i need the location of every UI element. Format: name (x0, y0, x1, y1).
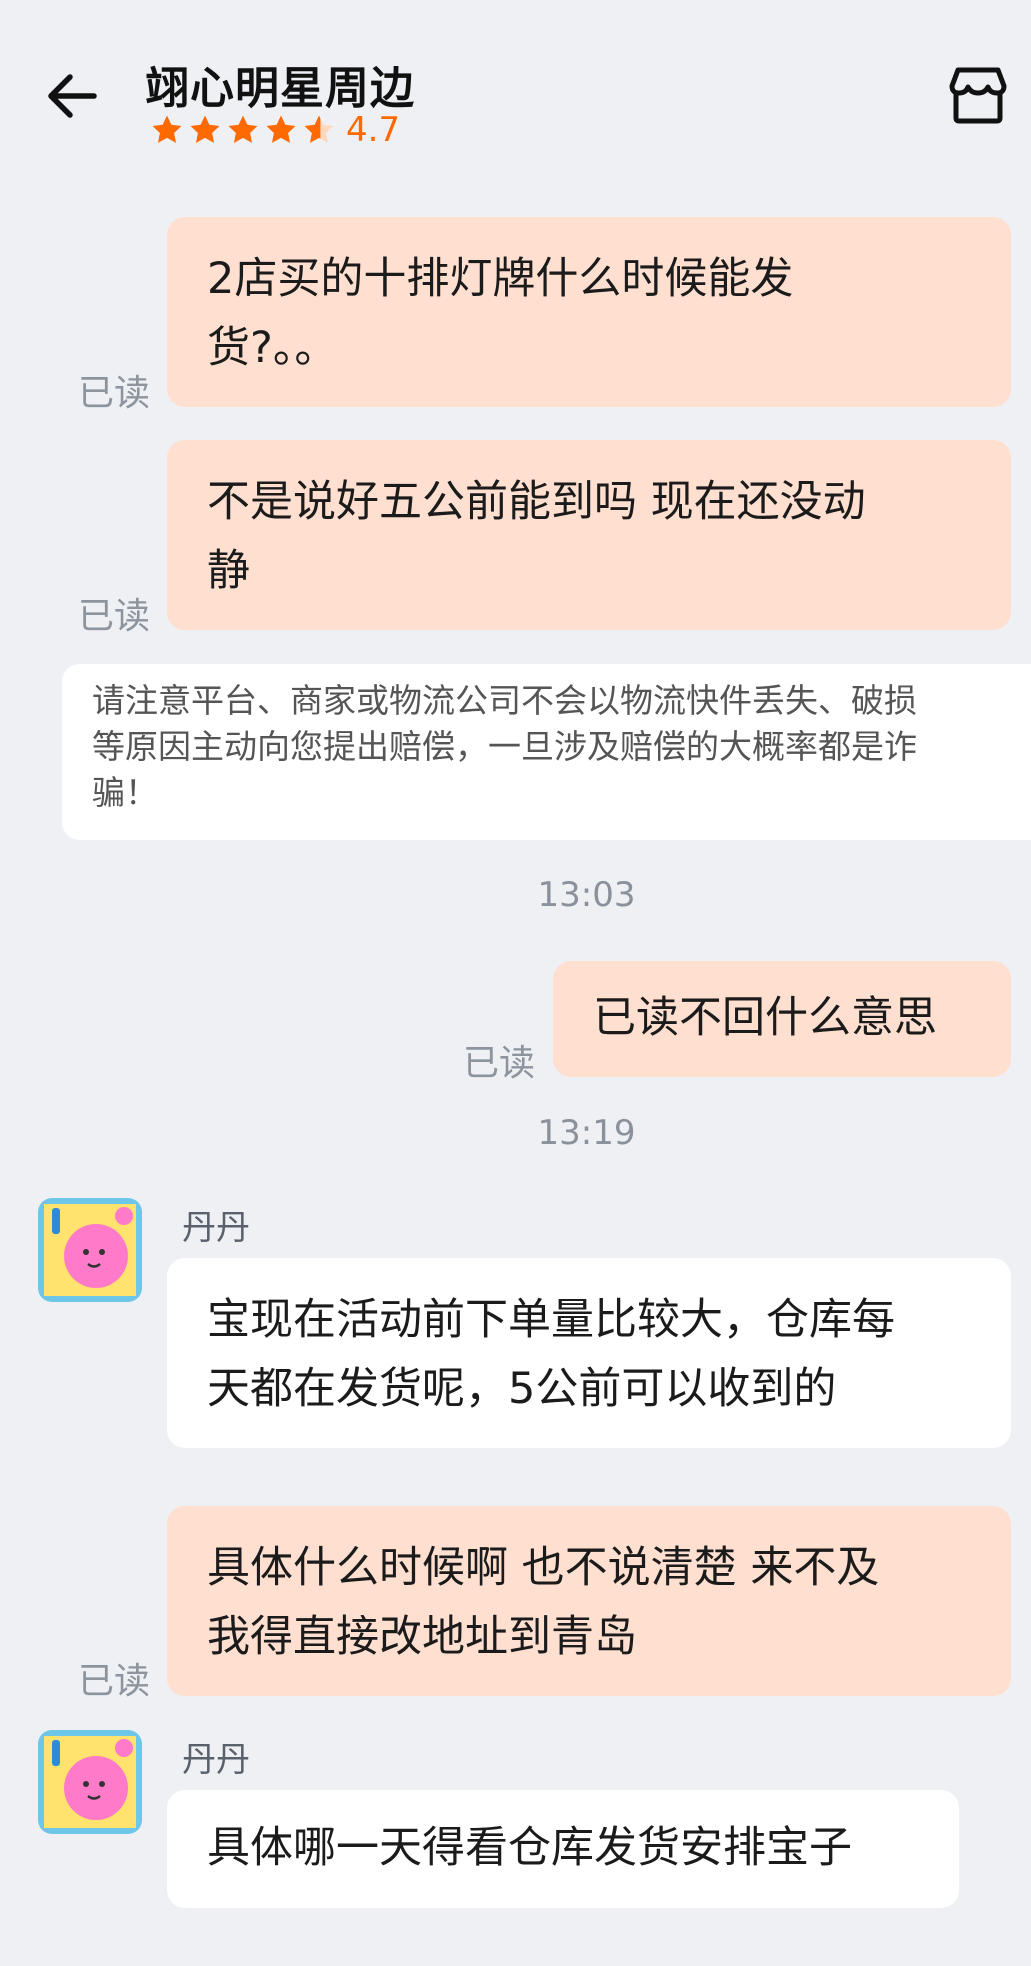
half-star-icon (304, 115, 334, 143)
sender-name: 丹丹 (182, 1208, 250, 1248)
their-message-bubble[interactable]: 宝现在活动前下单量比较大，仓库每 天都在发货呢，5公前可以收到的 (167, 1258, 1011, 1448)
notice-text: 请注意平台、商家或物流公司不会以物流快件丢失、破损 等原因主动向您提出赔偿，一旦… (92, 681, 917, 812)
system-notice: 请注意平台、商家或物流公司不会以物流快件丢失、破损 等原因主动向您提出赔偿，一旦… (62, 664, 1031, 840)
star-icon (190, 115, 220, 143)
read-status: 已读 (463, 1043, 536, 1084)
my-message-bubble[interactable]: 2店买的十排灯牌什么时候能发 货?。。 (167, 217, 1011, 407)
rating-value: 4.7 (346, 110, 401, 150)
message-text: 具体什么时候啊 也不说清楚 来不及 我得直接改地址到青岛 (207, 1543, 880, 1662)
rating-stars (150, 113, 336, 147)
star-icon (266, 115, 296, 143)
message-text: 已读不回什么意思 (593, 993, 937, 1043)
read-status: 已读 (78, 373, 151, 414)
read-status: 已读 (78, 596, 151, 637)
read-status: 已读 (78, 1661, 151, 1702)
store-icon[interactable] (948, 66, 1008, 124)
star-icon (228, 115, 258, 143)
timestamp: 13:19 (537, 1113, 636, 1153)
my-message-bubble[interactable]: 具体什么时候啊 也不说清楚 来不及 我得直接改地址到青岛 (167, 1506, 1011, 1696)
timestamp: 13:03 (537, 875, 636, 915)
avatar-image (38, 1198, 142, 1302)
my-message-bubble[interactable]: 不是说好五公前能到吗 现在还没动 静 (167, 440, 1011, 630)
message-text: 不是说好五公前能到吗 现在还没动 静 (207, 477, 866, 596)
seller-avatar[interactable] (38, 1730, 142, 1834)
my-message-bubble[interactable]: 已读不回什么意思 (553, 961, 1011, 1077)
star-icon (152, 115, 182, 143)
their-message-bubble[interactable]: 具体哪一天得看仓库发货安排宝子 (167, 1790, 959, 1908)
shop-name[interactable]: 翊心明星周边 (145, 52, 415, 116)
message-text: 2店买的十排灯牌什么时候能发 货?。。 (207, 254, 794, 373)
sender-name: 丹丹 (182, 1740, 250, 1780)
shop-rating: 4.7 (150, 110, 400, 150)
seller-avatar[interactable] (38, 1198, 142, 1302)
message-text: 宝现在活动前下单量比较大，仓库每 天都在发货呢，5公前可以收到的 (207, 1295, 895, 1414)
back-arrow-icon[interactable] (44, 66, 104, 126)
message-text: 具体哪一天得看仓库发货安排宝子 (207, 1823, 852, 1873)
avatar-image (38, 1730, 142, 1834)
